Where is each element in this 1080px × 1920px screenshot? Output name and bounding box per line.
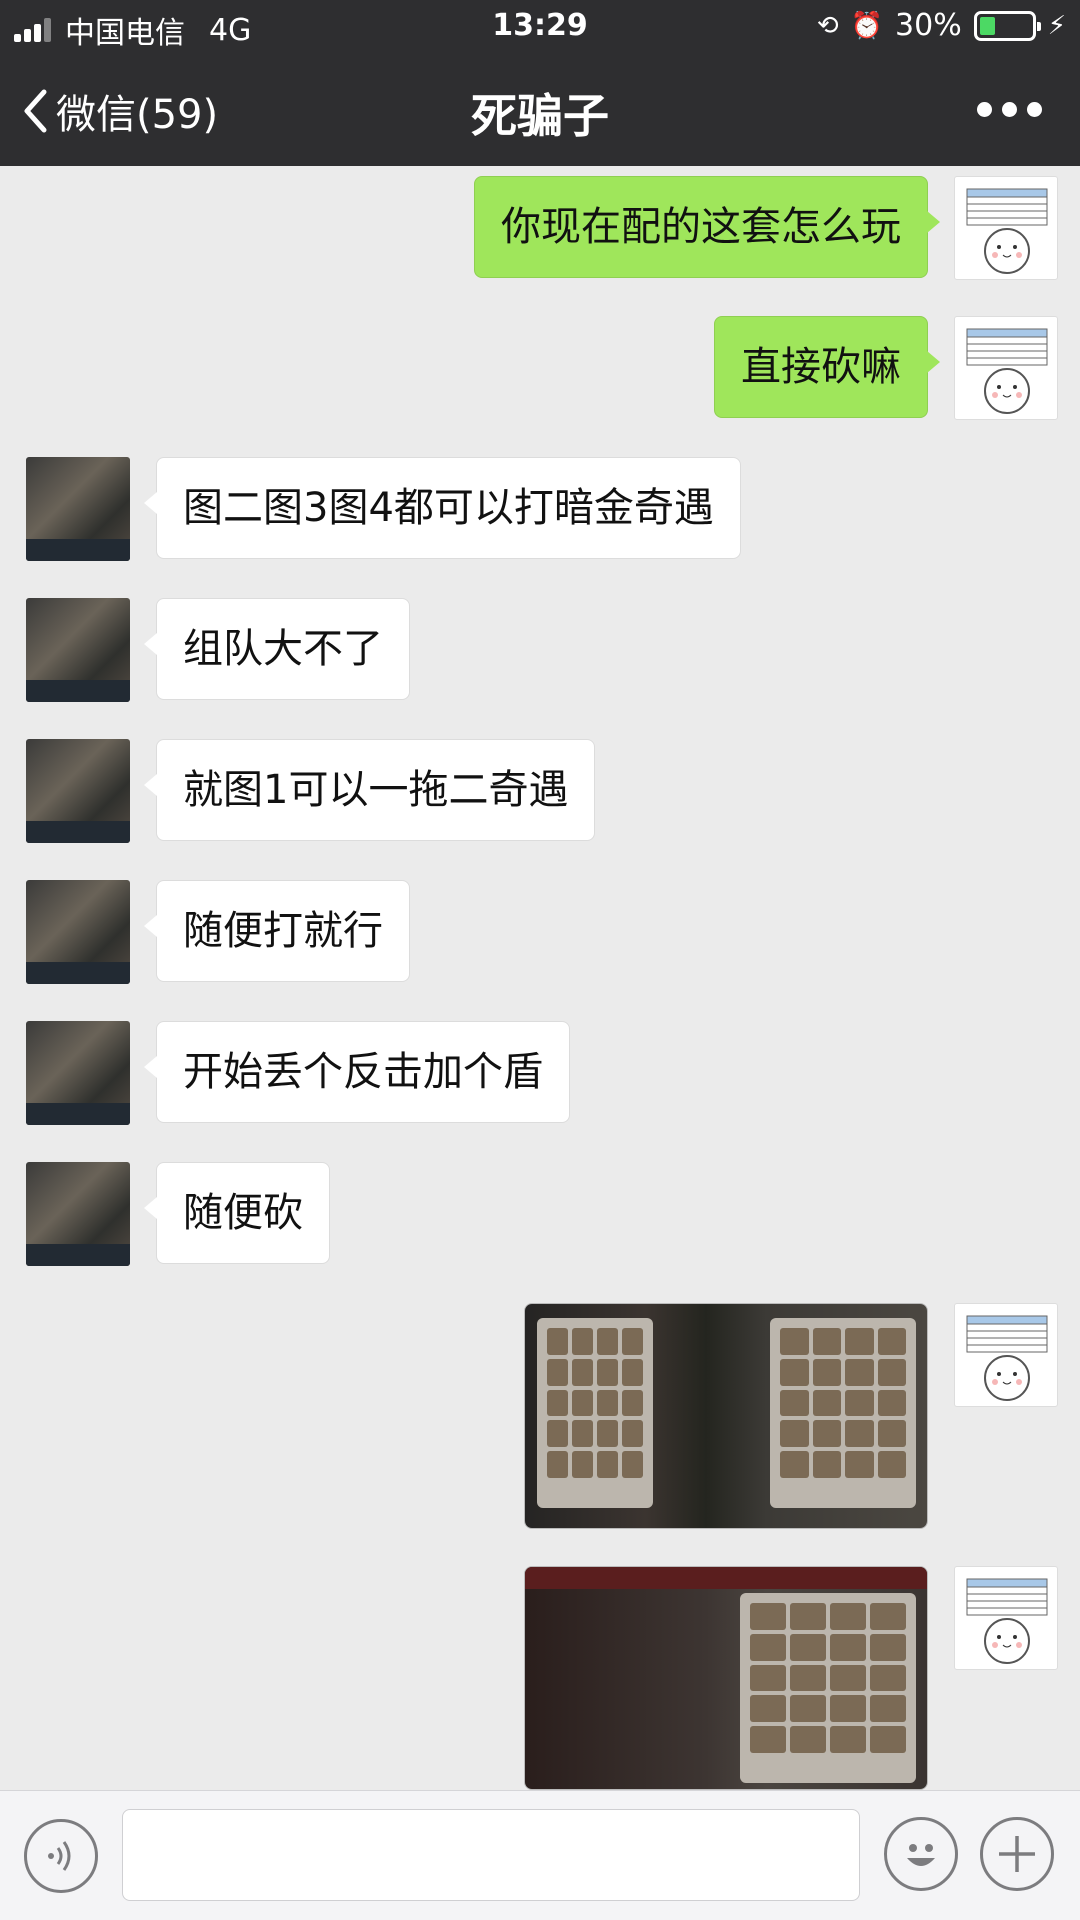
chat-screen: 中国电信 4G 13:29 ⟲ ⏰ 30% ⚡ 微信(59) 死骗子 你现在配的… xyxy=(0,0,1080,1920)
contact-avatar[interactable] xyxy=(26,880,130,984)
chat-title: 死骗子 xyxy=(471,89,609,143)
message-row: 直接砍嘛 xyxy=(714,316,1058,420)
message-bubble[interactable]: 开始丢个反击加个盾 xyxy=(144,1021,570,1123)
image-message[interactable] xyxy=(524,1566,928,1790)
message-input[interactable] xyxy=(122,1809,860,1901)
message-bubble[interactable]: 随便砍 xyxy=(144,1162,330,1264)
message-row: 随便砍 xyxy=(26,1162,330,1266)
image-message[interactable] xyxy=(524,1303,928,1529)
message-row xyxy=(524,1303,1058,1529)
message-bubble[interactable]: 直接砍嘛 xyxy=(714,316,940,418)
contact-avatar[interactable] xyxy=(26,1021,130,1125)
dot-icon xyxy=(1027,102,1042,117)
rotation-lock-icon: ⟲ xyxy=(816,10,839,41)
game-screenshot-2 xyxy=(740,1593,916,1783)
my-avatar[interactable] xyxy=(954,1566,1058,1670)
my-avatar[interactable] xyxy=(954,1303,1058,1407)
my-avatar[interactable] xyxy=(954,176,1058,280)
message-row: 开始丢个反击加个盾 xyxy=(26,1021,570,1125)
message-row xyxy=(524,1566,1058,1790)
plus-icon xyxy=(999,1836,1035,1872)
message-bubble[interactable]: 就图1可以一拖二奇遇 xyxy=(143,739,596,841)
message-row: 就图1可以一拖二奇遇 xyxy=(26,739,596,843)
emoji-button[interactable] xyxy=(884,1817,958,1891)
charging-icon: ⚡ xyxy=(1047,10,1066,41)
message-row: 随便打就行 xyxy=(26,880,410,984)
my-avatar[interactable] xyxy=(954,316,1058,420)
dot-icon xyxy=(1002,102,1017,117)
voice-icon xyxy=(48,1841,71,1871)
sticker-avatar-icon xyxy=(966,188,1048,274)
message-bubble[interactable]: 随便打就行 xyxy=(144,880,410,982)
contact-avatar[interactable] xyxy=(26,457,130,561)
plus-button[interactable] xyxy=(980,1817,1054,1891)
sticker-avatar-icon xyxy=(966,328,1048,414)
battery-icon xyxy=(973,10,1041,41)
input-bar xyxy=(0,1790,1080,1920)
voice-button[interactable] xyxy=(24,1819,98,1893)
status-bar: 中国电信 4G 13:29 ⟲ ⏰ 30% ⚡ xyxy=(0,0,1080,54)
alarm-icon: ⏰ xyxy=(850,10,884,41)
nav-bar: 微信(59) 死骗子 xyxy=(0,54,1080,166)
message-bubble[interactable]: 你现在配的这套怎么玩 xyxy=(474,176,940,278)
message-row: 你现在配的这套怎么玩 xyxy=(474,176,1058,280)
message-bubble[interactable]: 组队大不了 xyxy=(144,598,410,700)
more-button[interactable] xyxy=(977,102,1042,117)
battery-percent: 30% xyxy=(895,8,962,43)
message-row: 组队大不了 xyxy=(26,598,410,702)
contact-avatar[interactable] xyxy=(26,739,130,843)
game-screenshot-1 xyxy=(537,1318,653,1508)
message-row: 图二图3图4都可以打暗金奇遇 xyxy=(26,457,741,561)
message-bubble[interactable]: 图二图3图4都可以打暗金奇遇 xyxy=(144,457,741,559)
emoji-icon xyxy=(907,1844,935,1866)
sticker-avatar-icon xyxy=(966,1315,1048,1401)
dot-icon xyxy=(977,102,992,117)
sticker-avatar-icon xyxy=(966,1578,1048,1664)
contact-avatar[interactable] xyxy=(26,1162,130,1266)
contact-avatar[interactable] xyxy=(26,598,130,702)
